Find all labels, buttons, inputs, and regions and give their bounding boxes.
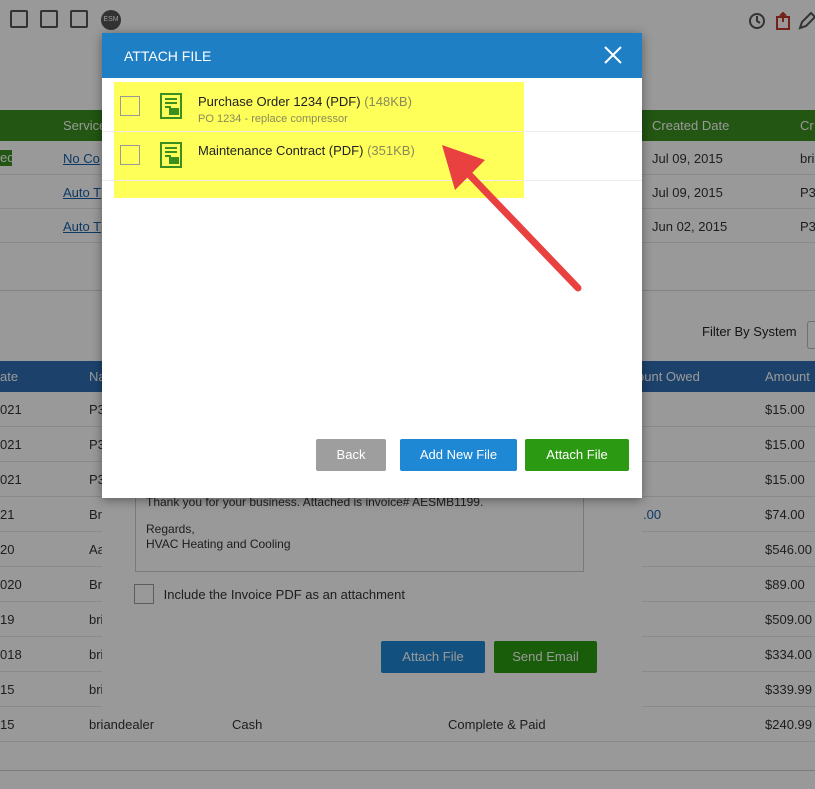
file-size: (351KB) <box>367 143 415 158</box>
file-row[interactable]: Purchase Order 1234 (PDF) (148KB) PO 123… <box>102 83 642 132</box>
attach-file-button[interactable]: Attach File <box>525 439 629 471</box>
email-dialog-dim <box>102 470 642 708</box>
file-name-text: Maintenance Contract (PDF) <box>198 143 364 158</box>
dialog-title: ATTACH FILE <box>124 48 212 64</box>
pdf-file-icon <box>160 142 182 168</box>
file-name-text: Purchase Order 1234 (PDF) <box>198 94 361 109</box>
file-name: Maintenance Contract (PDF) (351KB) <box>198 143 415 158</box>
dialog-title-bar: ATTACH FILE <box>102 33 642 78</box>
file-description: PO 1234 - replace compressor <box>198 113 348 125</box>
file-checkbox[interactable] <box>120 96 140 116</box>
pdf-file-icon <box>160 93 182 119</box>
file-checkbox[interactable] <box>120 145 140 165</box>
file-row[interactable]: Maintenance Contract (PDF) (351KB) <box>102 132 642 181</box>
file-size: (148KB) <box>364 94 412 109</box>
attach-file-dialog: ATTACH FILE Purchase Order 1234 (PDF) (1… <box>102 33 642 498</box>
add-new-file-button[interactable]: Add New File <box>400 439 517 471</box>
back-button[interactable]: Back <box>316 439 386 471</box>
close-icon[interactable] <box>602 44 624 66</box>
file-name: Purchase Order 1234 (PDF) (148KB) <box>198 94 412 109</box>
